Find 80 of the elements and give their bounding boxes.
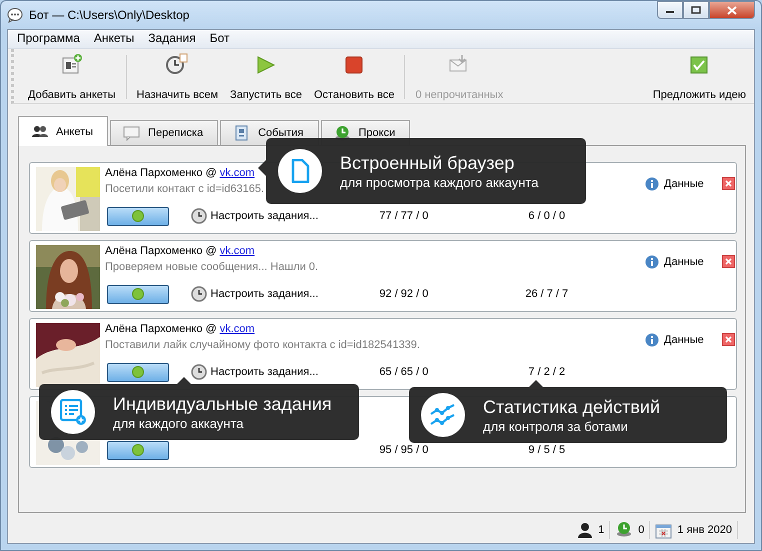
- account-name: Алёна Пархоменко @ vk.com: [105, 323, 255, 335]
- profile-count: 1: [598, 524, 604, 536]
- document-icon: [290, 159, 310, 183]
- line-chart-icon: [430, 404, 456, 426]
- toolbar-button[interactable]: Предложить идею: [646, 53, 752, 101]
- menu-item[interactable]: Задания: [141, 30, 203, 48]
- stats-text: 95 / 95 / 0: [379, 444, 428, 456]
- tooltip-subtitle: для контроля за ботами: [483, 418, 629, 434]
- maximize-button[interactable]: [683, 1, 709, 19]
- clock-icon: [190, 208, 207, 224]
- toolbar-button[interactable]: Запустить все: [224, 53, 308, 101]
- menu-item[interactable]: Программа: [10, 30, 87, 48]
- clock-icon: [190, 364, 207, 380]
- people-icon: [31, 124, 48, 140]
- clock-icon: [165, 53, 190, 77]
- configure-tasks-link[interactable]: Настроить задания...: [210, 288, 318, 300]
- info-icon: [645, 177, 659, 191]
- delete-button[interactable]: [722, 177, 735, 190]
- tab[interactable]: Переписка: [110, 120, 218, 145]
- person-icon: [577, 522, 594, 538]
- tooltip-subtitle: для каждого аккаунта: [113, 414, 245, 432]
- delete-button[interactable]: [722, 255, 735, 268]
- configure-tasks-link[interactable]: Настроить задания...: [210, 366, 318, 378]
- stats-text: 92 / 92 / 0: [379, 288, 428, 300]
- tab[interactable]: Анкеты: [18, 116, 108, 146]
- calendar-icon: [655, 522, 672, 538]
- delete-button[interactable]: [722, 333, 735, 346]
- window-title: Бот — C:\Users\Only\Desktop: [29, 8, 190, 22]
- proxy-count: 0: [638, 524, 644, 536]
- account-name: Алёна Пархоменко @ vk.com: [105, 167, 255, 179]
- dot-icon: [132, 444, 144, 456]
- close-icon: [724, 180, 732, 187]
- close-button[interactable]: [709, 1, 755, 19]
- close-icon: [724, 258, 732, 265]
- stats-text: 65 / 65 / 0: [379, 366, 428, 378]
- site-link[interactable]: vk.com: [220, 323, 255, 335]
- close-icon: [724, 336, 732, 343]
- site-link[interactable]: vk.com: [220, 167, 255, 179]
- task-list-add-icon: [60, 398, 86, 426]
- stats-text: 7 / 2 / 2: [528, 366, 566, 378]
- data-link[interactable]: Данные: [664, 178, 704, 190]
- toolbar-button[interactable]: Назначить всем: [130, 53, 224, 101]
- start-button[interactable]: [107, 206, 169, 226]
- info-icon: [645, 255, 659, 269]
- document-icon: [233, 125, 250, 141]
- start-button[interactable]: [107, 440, 169, 460]
- account-name: Алёна Пархоменко @ vk.com: [105, 245, 255, 257]
- stats-text: 9 / 5 / 5: [528, 444, 566, 456]
- tooltip-title: Статистика действий: [483, 396, 660, 418]
- dot-icon: [132, 366, 144, 378]
- data-link[interactable]: Данные: [664, 334, 704, 346]
- info-icon: [645, 333, 659, 347]
- clock-icon: [190, 286, 207, 302]
- status-text: Посетили контакт с id=id63165.: [105, 183, 264, 195]
- tooltip-title: Индивидуальные задания: [113, 392, 332, 414]
- toolbar-button[interactable]: Добавить анкеты: [22, 53, 122, 101]
- speech-bubble-icon: [123, 125, 140, 141]
- globe-clock-icon: [615, 521, 634, 539]
- stats-text: 6 / 0 / 0: [528, 210, 566, 222]
- menu-item[interactable]: Бот: [202, 30, 237, 48]
- date-text: 1 янв 2020: [677, 524, 732, 536]
- menu-item[interactable]: Анкеты: [86, 30, 142, 48]
- status-text: Поставили лайк случайному фото контакта с id=id182541339.: [105, 339, 420, 351]
- status-text: Проверяем новые сообщения... Нашли 0.: [105, 261, 318, 273]
- restore-icon: [691, 6, 701, 14]
- configure-tasks-link[interactable]: Настроить задания...: [210, 210, 318, 222]
- chat-bubble-icon: [7, 7, 23, 23]
- dot-icon: [132, 288, 144, 300]
- minimize-button[interactable]: [657, 1, 683, 19]
- stats-text: 26 / 7 / 7: [525, 288, 568, 300]
- start-button[interactable]: [107, 362, 169, 382]
- site-link[interactable]: vk.com: [220, 245, 255, 257]
- close-icon: [727, 6, 737, 14]
- dot-icon: [132, 210, 144, 222]
- data-link[interactable]: Данные: [664, 256, 704, 268]
- stats-text: 77 / 77 / 0: [379, 210, 428, 222]
- tooltip-subtitle: для просмотра каждого аккаунта: [340, 174, 538, 190]
- toolbar-button[interactable]: Остановить все: [308, 53, 400, 101]
- start-button[interactable]: [107, 284, 169, 304]
- tooltip-title: Встроенный браузер: [340, 152, 516, 174]
